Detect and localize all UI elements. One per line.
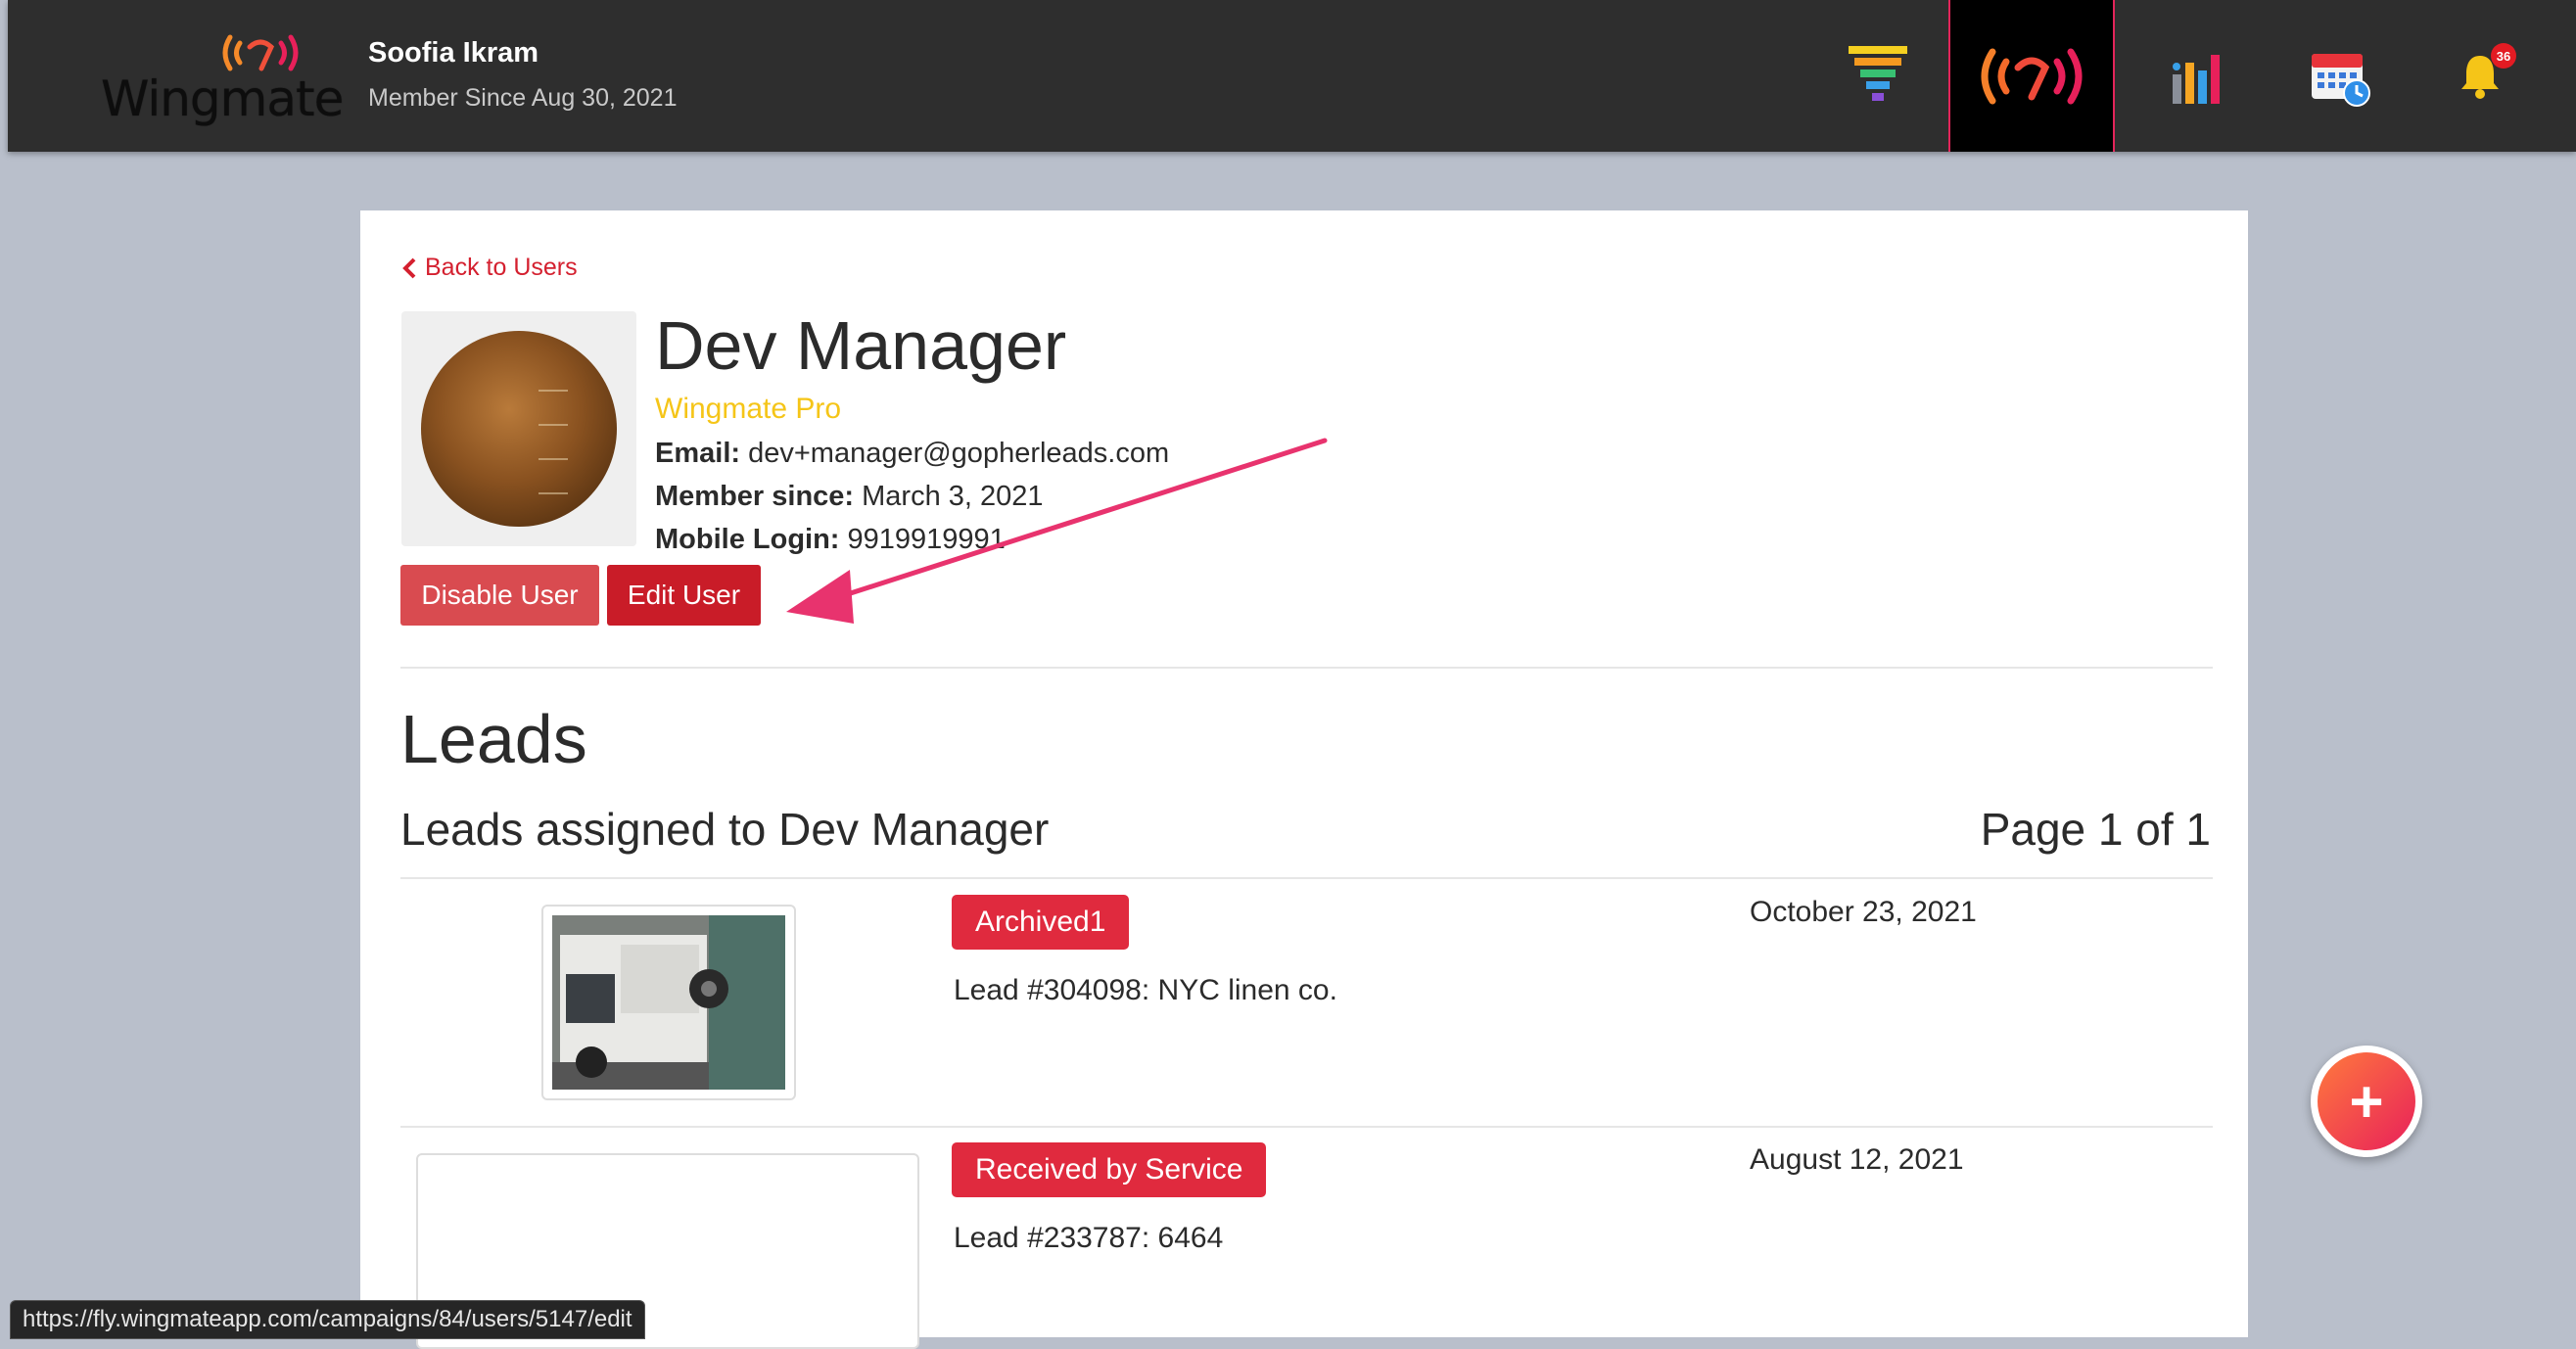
- disable-user-button[interactable]: Disable User: [400, 565, 599, 626]
- wingmate-signal-icon: [1981, 48, 2083, 104]
- bar-chart-icon: [2173, 54, 2220, 104]
- lead-title[interactable]: Lead #233787: 6464: [954, 1222, 1223, 1255]
- add-fab-button[interactable]: +: [2311, 1046, 2422, 1157]
- avatar-frame: [401, 311, 636, 546]
- browser-status-url: https://fly.wingmateapp.com/campaigns/84…: [10, 1300, 645, 1339]
- lead-thumbnail[interactable]: [541, 905, 796, 1100]
- member-since-row: Member since: March 3, 2021: [655, 481, 1044, 513]
- plus-icon: +: [2318, 1052, 2415, 1150]
- leads-heading: Leads: [400, 701, 587, 777]
- calendar-icon: [2312, 53, 2370, 107]
- header-user-name: Soofia Ikram: [368, 37, 539, 69]
- mobile-login-value: 9919919991: [847, 524, 1006, 555]
- leads-subheading: Leads assigned to Dev Manager: [400, 804, 1050, 855]
- mobile-login-row: Mobile Login: 9919919991: [655, 524, 1006, 556]
- lead-row-divider: [400, 1126, 2213, 1128]
- lead-date: October 23, 2021: [1750, 896, 1977, 928]
- email-row: Email: dev+manager@gopherleads.com: [655, 438, 1169, 470]
- signal-nav-button[interactable]: [1948, 0, 2115, 152]
- pagination-info: Page 1 of 1: [1980, 804, 2211, 855]
- lead-date: August 12, 2021: [1750, 1143, 1964, 1176]
- notification-count-badge: 36: [2491, 43, 2516, 69]
- profile-tier: Wingmate Pro: [655, 393, 842, 425]
- user-detail-card: Back to Users Dev Manager Wingmate Pro E…: [360, 210, 2248, 1349]
- email-value: dev+manager@gopherleads.com: [748, 438, 1170, 469]
- edit-user-button[interactable]: Edit User: [607, 565, 761, 626]
- member-since-label: Member since:: [655, 481, 855, 512]
- wingmate-logo[interactable]: Wingmate: [101, 29, 344, 127]
- lead-title[interactable]: Lead #304098: NYC linen co.: [954, 974, 1337, 1007]
- lead-status-badge: Received by Service: [952, 1142, 1267, 1197]
- truck-photo-icon: [552, 915, 785, 1090]
- member-since-value: March 3, 2021: [862, 481, 1044, 512]
- lead-status-badge: Archived1: [952, 895, 1130, 950]
- email-label: Email:: [655, 438, 741, 469]
- mobile-login-label: Mobile Login:: [655, 524, 840, 555]
- logo-text: Wingmate: [101, 70, 344, 127]
- header-member-since: Member Since Aug 30, 2021: [368, 84, 678, 112]
- profile-name: Dev Manager: [655, 307, 1067, 384]
- profile-divider: [400, 667, 2213, 669]
- lead-photo: [552, 915, 785, 1090]
- notifications-nav-button[interactable]: 36: [2397, 0, 2563, 152]
- back-to-users-link[interactable]: Back to Users: [401, 254, 578, 282]
- chevron-left-icon: [402, 257, 416, 278]
- funnel-nav-button[interactable]: [1795, 0, 1961, 152]
- funnel-icon: [1849, 45, 1907, 101]
- leads-divider: [400, 877, 2213, 879]
- back-link-label: Back to Users: [425, 254, 578, 281]
- top-navbar: Wingmate Soofia Ikram Member Since Aug 3…: [8, 0, 2576, 152]
- avatar: [421, 331, 617, 527]
